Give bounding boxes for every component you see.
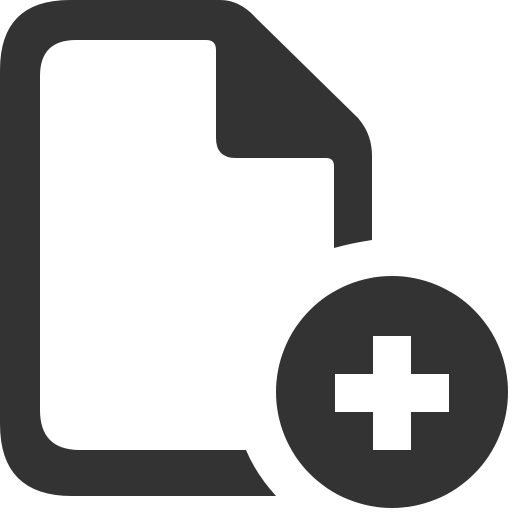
icon-canvas xyxy=(0,0,512,512)
file-add-icon xyxy=(0,0,508,508)
plus-horizontal-bar xyxy=(335,374,449,412)
